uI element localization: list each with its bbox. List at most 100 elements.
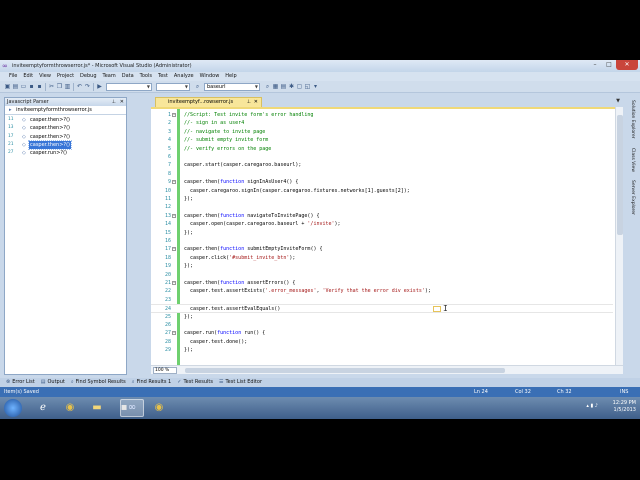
code-line[interactable]: 19}); bbox=[151, 262, 613, 270]
menu-analyze[interactable]: Analyze bbox=[171, 72, 197, 81]
collapse-icon[interactable]: − bbox=[172, 113, 176, 117]
code-line[interactable]: 21− casper.then(function assertErrors() { bbox=[151, 279, 613, 287]
menu-team[interactable]: Team bbox=[100, 72, 119, 81]
menu-debug[interactable]: Debug bbox=[77, 72, 99, 81]
parser-tree-item[interactable]: 17 ◇ casper.then>?() bbox=[5, 133, 126, 141]
pin-icon[interactable]: ⊥ bbox=[247, 98, 251, 107]
code-line[interactable]: 28 casper.test.done(); bbox=[151, 338, 613, 346]
code-line[interactable]: 23 bbox=[151, 296, 613, 304]
ie-icon[interactable]: ℯ bbox=[31, 399, 55, 417]
collapse-icon[interactable]: − bbox=[172, 213, 176, 218]
server-explorer-tab[interactable]: Server Explorer bbox=[628, 180, 637, 215]
code-line[interactable]: 13− casper.then(function navigateToInvite… bbox=[151, 212, 613, 220]
bottom-tab[interactable]: ✓ Test Results bbox=[175, 378, 217, 387]
tray-icons[interactable]: ▴ ▮ ♪ bbox=[586, 403, 598, 409]
extension-manager-icon[interactable]: ▾ bbox=[312, 83, 319, 90]
code-line[interactable]: 14 casper.open(casper.caregaroo.baseurl … bbox=[151, 220, 613, 228]
find-combo[interactable]: baseurl ▼ bbox=[204, 83, 260, 91]
parser-tree-item[interactable]: 13 ◇ casper.then>?() bbox=[5, 124, 126, 132]
redo-icon[interactable]: ↷ bbox=[84, 83, 91, 90]
code-line[interactable]: 8 bbox=[151, 170, 613, 178]
bottom-tab[interactable]: ⌕ Find Results 1 bbox=[130, 378, 175, 387]
code-line[interactable]: 25}); bbox=[151, 313, 613, 321]
menu-view[interactable]: View bbox=[36, 72, 54, 81]
bottom-tab[interactable]: ☰ Test List Editor bbox=[217, 378, 266, 387]
close-icon[interactable]: ✕ bbox=[120, 98, 124, 106]
bottom-tab[interactable]: ⌕ Find Symbol Results bbox=[69, 378, 130, 387]
code-line[interactable]: 7 casper.start(casper.caregaroo.baseurl); bbox=[151, 161, 613, 169]
pin-icon[interactable]: ⊥ bbox=[112, 98, 116, 106]
solution-config-combo[interactable]: ▼ bbox=[106, 83, 152, 91]
properties-icon[interactable]: ▤ bbox=[280, 83, 287, 90]
code-line[interactable]: 29}); bbox=[151, 346, 613, 354]
code-line[interactable]: 6 bbox=[151, 153, 613, 161]
horizontal-scrollbar-thumb[interactable] bbox=[185, 368, 505, 373]
class-view-tab[interactable]: Class View bbox=[628, 148, 637, 172]
code-line[interactable]: 22 casper.test.assertExists('.error_mess… bbox=[151, 287, 613, 295]
solution-explorer-tab[interactable]: Solution Explorer bbox=[628, 100, 637, 139]
code-line[interactable]: 18 casper.click('#submit_invite_btn'); bbox=[151, 254, 613, 262]
visual-studio-taskbar-icon[interactable]: ∞ bbox=[120, 399, 144, 417]
open-file-icon[interactable]: ▭ bbox=[20, 83, 27, 90]
find-in-files-icon[interactable]: ⌕ bbox=[264, 83, 271, 90]
code-line[interactable]: 10 casper.caregaroo.signIn(casper.carega… bbox=[151, 187, 613, 195]
start-button[interactable] bbox=[4, 399, 22, 417]
save-icon[interactable]: ▪ bbox=[28, 83, 35, 90]
code-line[interactable]: 1− //Script: Test invite form's error han… bbox=[151, 111, 613, 119]
minimize-button[interactable]: – bbox=[588, 60, 602, 70]
chrome-icon[interactable]: ◉ bbox=[58, 399, 82, 417]
collapse-icon[interactable]: − bbox=[172, 281, 176, 285]
vertical-scrollbar[interactable] bbox=[615, 107, 623, 365]
code-line[interactable]: 17− casper.then(function submitEmptyInvit… bbox=[151, 245, 613, 253]
cut-icon[interactable]: ✂ bbox=[48, 83, 55, 90]
find-icon[interactable]: ⌕ bbox=[194, 83, 201, 90]
chrome-icon[interactable]: ◉ bbox=[147, 399, 171, 417]
code-line[interactable]: 2 //- sign in as user4 bbox=[151, 119, 613, 127]
code-line[interactable]: 27− casper.run(function run() { bbox=[151, 329, 613, 337]
maximize-button[interactable]: □ bbox=[602, 60, 616, 70]
copy-icon[interactable]: ❐ bbox=[56, 83, 63, 90]
start-debugging-icon[interactable]: ▶ bbox=[96, 83, 103, 90]
menu-test[interactable]: Test bbox=[155, 72, 171, 81]
menu-help[interactable]: Help bbox=[222, 72, 239, 81]
menu-window[interactable]: Window bbox=[197, 72, 223, 81]
code-line[interactable]: 16 bbox=[151, 237, 613, 245]
collapse-icon[interactable]: − bbox=[172, 180, 176, 185]
parser-tree-item[interactable]: 27 ◇ casper.run>?() bbox=[5, 149, 126, 157]
menu-project[interactable]: Project bbox=[54, 72, 77, 81]
parser-file-combo[interactable]: ▸ inviteemptyformthrowserror.js bbox=[5, 106, 126, 115]
collapse-icon[interactable]: − bbox=[172, 247, 176, 252]
add-item-icon[interactable]: ▤ bbox=[12, 83, 19, 90]
code-area[interactable]: 1−//Script: Test invite form's error han… bbox=[151, 107, 623, 365]
save-all-icon[interactable]: ▪ bbox=[36, 83, 43, 90]
clock[interactable]: 12:29 PM 1/5/2013 bbox=[613, 400, 636, 414]
menu-data[interactable]: Data bbox=[119, 72, 137, 81]
new-project-icon[interactable]: ▣ bbox=[4, 83, 11, 90]
start-page-icon[interactable]: ◱ bbox=[304, 83, 311, 90]
code-line[interactable]: 4 //- submit empty invite form bbox=[151, 136, 613, 144]
parser-tree-item[interactable]: 11 ◇ casper.then>?() bbox=[5, 116, 126, 124]
parser-tree-item[interactable]: 21 ◇ casper.then>?() bbox=[5, 139, 126, 150]
document-tab-active[interactable]: inviteemptyf...rowserror.js ⊥ ✕ bbox=[155, 97, 262, 107]
paste-icon[interactable]: ▥ bbox=[64, 83, 71, 90]
explorer-folder-icon[interactable]: ▬ bbox=[85, 399, 109, 417]
close-button[interactable]: ✕ bbox=[616, 60, 638, 70]
collapse-icon[interactable]: − bbox=[172, 331, 176, 336]
code-line[interactable]: 15}); bbox=[151, 229, 613, 237]
close-icon[interactable]: ✕ bbox=[254, 98, 258, 107]
code-line[interactable]: 9− casper.then(function signInAsUser4() { bbox=[151, 178, 613, 186]
toolbox-icon[interactable]: ✱ bbox=[288, 83, 295, 90]
menu-edit[interactable]: Edit bbox=[20, 72, 36, 81]
code-line[interactable]: 12 bbox=[151, 203, 613, 211]
code-line[interactable]: 26 bbox=[151, 321, 613, 329]
object-browser-icon[interactable]: ▢ bbox=[296, 83, 303, 90]
scrollbar-thumb[interactable] bbox=[617, 115, 623, 235]
bottom-tab[interactable]: ⊗ Error List bbox=[4, 378, 39, 387]
solution-explorer-icon[interactable]: ▦ bbox=[272, 83, 279, 90]
zoom-level[interactable]: 100 % bbox=[153, 367, 177, 374]
platform-combo[interactable]: ▼ bbox=[156, 83, 190, 91]
menu-file[interactable]: File bbox=[6, 72, 20, 81]
chevron-down-icon[interactable]: ▼ bbox=[616, 98, 620, 104]
code-line[interactable]: 3 //- navigate to invite page bbox=[151, 128, 613, 136]
bottom-tab[interactable]: ▤ Output bbox=[39, 378, 69, 387]
